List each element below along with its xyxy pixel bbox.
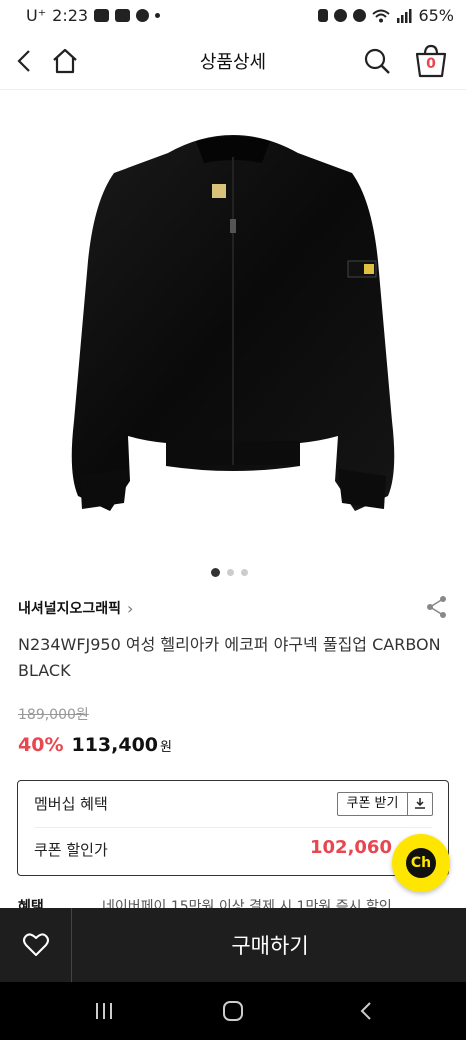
- original-price: 189,000원: [18, 707, 89, 723]
- home-circle-icon: [223, 1001, 243, 1021]
- cart-button[interactable]: 0: [412, 42, 450, 80]
- chat-channel-button[interactable]: Ch: [392, 834, 450, 892]
- download-icon: [408, 797, 432, 812]
- divider: [34, 827, 432, 828]
- battery-percent: 65%: [418, 6, 454, 25]
- home-nav-button[interactable]: [213, 996, 253, 1026]
- status-bar: U⁺ 2:23 65%: [0, 0, 466, 32]
- signal-icon: [397, 8, 412, 23]
- youtube-icon: [115, 9, 131, 22]
- purchase-bar: 구매하기: [0, 908, 466, 982]
- pager-dot-active[interactable]: [211, 568, 220, 577]
- membership-benefits-box: 멤버십 혜택 쿠폰 받기 쿠폰 할인가 102,060 원: [17, 780, 449, 876]
- pager-dot[interactable]: [241, 569, 248, 576]
- get-coupon-button[interactable]: 쿠폰 받기: [337, 792, 433, 816]
- recent-apps-button[interactable]: [84, 996, 124, 1026]
- pager-dot[interactable]: [227, 569, 234, 576]
- sale-price: 113,400: [71, 734, 159, 756]
- page-title: 상품상세: [199, 52, 267, 73]
- share-icon: [427, 596, 446, 618]
- wifi-icon: [372, 9, 391, 22]
- image-pager: [211, 568, 248, 577]
- cart-count-badge: 0: [426, 56, 436, 72]
- sale-price-unit: 원: [160, 740, 172, 755]
- jacket-image: [71, 135, 395, 511]
- buy-button[interactable]: 구매하기: [74, 908, 466, 982]
- product-image[interactable]: [0, 91, 466, 561]
- coupon-discount-label: 쿠폰 할인가: [34, 841, 108, 859]
- search-button[interactable]: [358, 42, 396, 80]
- brand-link[interactable]: 내셔널지오그래픽 ›: [18, 598, 133, 618]
- chevron-right-icon: ›: [127, 598, 134, 618]
- sale-price-row: 40% 113,400 원: [18, 734, 172, 756]
- get-coupon-label: 쿠폰 받기: [338, 793, 408, 815]
- clock: 2:23: [52, 6, 89, 25]
- share-button[interactable]: [424, 594, 450, 620]
- battery-saver-icon: [318, 9, 329, 22]
- chat-icon: Ch: [406, 848, 436, 878]
- app-c-icon: [136, 9, 150, 22]
- app-header: 상품상세 0: [0, 32, 466, 90]
- alarm-icon: [334, 9, 348, 22]
- discount-rate: 40%: [18, 734, 64, 756]
- brand-name: 내셔널지오그래픽: [18, 601, 122, 617]
- recent-apps-icon: [96, 1003, 112, 1019]
- message-icon: [94, 9, 110, 22]
- carrier-label: U⁺: [26, 6, 47, 25]
- coupon-price: 102,060: [310, 837, 392, 858]
- system-nav-bar: [0, 982, 466, 1040]
- product-name: N234WFJ950 여성 헬리아카 에코퍼 야구넥 풀집업 CARBON BL…: [18, 635, 441, 680]
- back-nav-button[interactable]: [346, 996, 386, 1026]
- heart-icon: [22, 933, 49, 956]
- mute-icon: [353, 9, 367, 22]
- search-icon: [364, 48, 390, 74]
- back-nav-icon: [360, 1002, 371, 1020]
- more-notifications-icon: [155, 13, 161, 18]
- membership-benefits-label: 멤버십 혜택: [34, 795, 108, 813]
- wishlist-button[interactable]: [0, 908, 72, 982]
